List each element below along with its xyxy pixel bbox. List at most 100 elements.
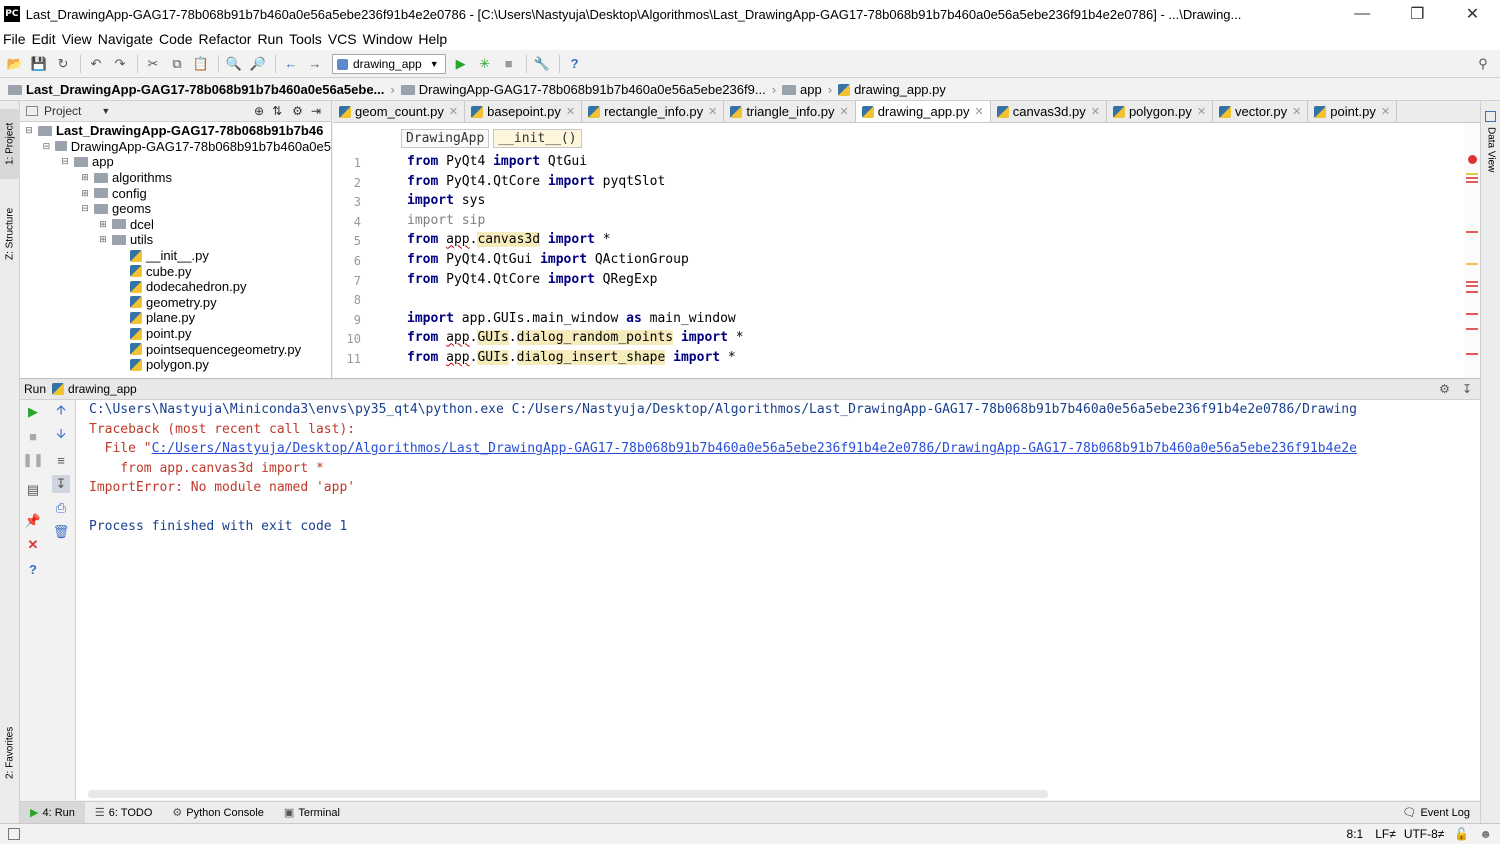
editor-tab[interactable]: drawing_app.py ✕: [855, 101, 991, 122]
tree-item[interactable]: plane.py: [20, 310, 331, 326]
help-icon[interactable]: ?: [564, 53, 586, 75]
copy-icon[interactable]: ⧉: [166, 53, 188, 75]
code-line[interactable]: from PyQt4.QtGui import QActionGroup: [407, 252, 689, 267]
tree-item[interactable]: ⊞ dcel: [20, 217, 331, 233]
layout-icon[interactable]: ▤: [24, 481, 42, 499]
project-view-label[interactable]: Project: [44, 104, 81, 118]
rerun-icon[interactable]: ▶: [24, 403, 42, 421]
editor-tab[interactable]: vector.py ✕: [1213, 101, 1309, 122]
tree-toggle-icon[interactable]: ⊞: [80, 188, 90, 199]
tab-structure[interactable]: Z: Structure: [0, 196, 20, 271]
hide-panel-icon[interactable]: ↧: [1462, 382, 1472, 396]
menu-view[interactable]: View: [62, 31, 92, 47]
gear-icon[interactable]: ⚙: [1439, 382, 1450, 396]
menu-tools[interactable]: Tools: [289, 31, 322, 47]
menu-help[interactable]: Help: [418, 31, 447, 47]
menu-vcs[interactable]: VCS: [328, 31, 357, 47]
close-tab-icon[interactable]: ✕: [449, 105, 458, 118]
editor-tab[interactable]: canvas3d.py ✕: [991, 101, 1107, 122]
error-mark[interactable]: [1466, 281, 1478, 283]
print-icon[interactable]: ⎙: [52, 499, 70, 517]
code-line[interactable]: import sys: [407, 193, 485, 208]
tree-item[interactable]: ⊟ app: [20, 154, 331, 170]
bottom-tab[interactable]: ⚙ Python Console: [162, 802, 274, 824]
paste-icon[interactable]: 📋: [190, 53, 212, 75]
bottom-tab[interactable]: ☰ 6: TODO: [85, 802, 162, 824]
close-icon[interactable]: ✕: [24, 536, 42, 554]
tree-toggle-icon[interactable]: ⊟: [60, 156, 70, 167]
tree-toggle-icon[interactable]: ⊞: [98, 234, 108, 245]
stop-icon[interactable]: ■: [498, 53, 520, 75]
sync-icon[interactable]: ↻: [52, 53, 74, 75]
save-all-icon[interactable]: 💾: [28, 53, 50, 75]
chevron-down-icon[interactable]: ▼: [101, 106, 110, 116]
find-icon[interactable]: 🔍: [223, 53, 245, 75]
error-mark[interactable]: [1466, 231, 1478, 233]
warning-mark[interactable]: [1466, 263, 1478, 265]
menu-navigate[interactable]: Navigate: [98, 31, 153, 47]
replace-icon[interactable]: 🔎: [247, 53, 269, 75]
tree-item[interactable]: ⊞ utils: [20, 232, 331, 248]
tree-item[interactable]: ⊟ Last_DrawingApp-GAG17-78b068b91b7b46: [20, 123, 331, 139]
maximize-button[interactable]: ❐: [1390, 0, 1445, 28]
close-tab-icon[interactable]: ✕: [1091, 105, 1100, 118]
code-editor[interactable]: DrawingApp __init__() 1 from PyQt4 import…: [333, 123, 1480, 378]
caret-position[interactable]: 8:1: [1347, 827, 1364, 841]
menu-file[interactable]: File: [3, 31, 26, 47]
open-folder-icon[interactable]: 📂: [4, 53, 26, 75]
down-arrow-icon[interactable]: 🡫: [52, 426, 70, 445]
tree-item[interactable]: point.py: [20, 326, 331, 342]
tree-toggle-icon[interactable]: ⊞: [98, 219, 108, 230]
inspector-icon[interactable]: ☻: [1479, 827, 1492, 841]
menu-run[interactable]: Run: [257, 31, 283, 47]
debug-icon[interactable]: ✳: [474, 53, 496, 75]
console-scrollbar[interactable]: [88, 790, 1048, 798]
menu-code[interactable]: Code: [159, 31, 192, 47]
error-mark[interactable]: [1466, 328, 1478, 330]
tab-favorites[interactable]: 2: Favorites: [0, 713, 20, 793]
code-line[interactable]: from PyQt4.QtCore import pyqtSlot: [407, 174, 665, 189]
cut-icon[interactable]: ✂: [142, 53, 164, 75]
pause-icon[interactable]: ❚❚: [22, 451, 44, 469]
error-mark[interactable]: [1466, 353, 1478, 355]
close-tab-icon[interactable]: ✕: [708, 105, 717, 118]
menu-refactor[interactable]: Refactor: [199, 31, 252, 47]
close-tab-icon[interactable]: ✕: [1292, 105, 1301, 118]
tree-item[interactable]: ⊞ algorithms: [20, 170, 331, 186]
tool-window-toggle-icon[interactable]: [8, 828, 20, 840]
minimize-button[interactable]: —: [1335, 0, 1390, 28]
tree-item[interactable]: polygon.py: [20, 357, 331, 373]
code-line[interactable]: from app.GUIs.dialog_random_points impor…: [407, 330, 744, 346]
nav-crumb[interactable]: app: [782, 82, 822, 97]
error-mark[interactable]: [1466, 285, 1478, 287]
editor-tab[interactable]: rectangle_info.py ✕: [582, 101, 725, 122]
error-stripe[interactable]: [1464, 123, 1480, 378]
tree-item[interactable]: __init__.py: [20, 248, 331, 264]
error-mark[interactable]: [1466, 313, 1478, 315]
tree-toggle-icon[interactable]: ⊟: [24, 125, 34, 136]
undo-icon[interactable]: ↶: [85, 53, 107, 75]
redo-icon[interactable]: ↷: [109, 53, 131, 75]
search-everywhere-icon[interactable]: ⚲: [1472, 53, 1494, 75]
menu-window[interactable]: Window: [363, 31, 413, 47]
close-tab-icon[interactable]: ✕: [1197, 105, 1206, 118]
code-line[interactable]: from app.GUIs.dialog_insert_shape import…: [407, 350, 736, 365]
editor-tab[interactable]: basepoint.py ✕: [465, 101, 583, 122]
file-encoding[interactable]: UTF-8≠: [1404, 827, 1445, 841]
code-line[interactable]: from PyQt4 import QtGui: [407, 154, 587, 169]
nav-crumb[interactable]: Last_DrawingApp-GAG17-78b068b91b7b460a0e…: [8, 82, 384, 97]
close-tab-icon[interactable]: ✕: [1381, 105, 1390, 118]
close-tab-icon[interactable]: ✕: [975, 105, 984, 118]
error-mark[interactable]: [1466, 291, 1478, 293]
tree-item[interactable]: pointsequencegeometry.py: [20, 341, 331, 357]
close-tab-icon[interactable]: ✕: [566, 105, 575, 118]
line-separator[interactable]: LF≠: [1375, 827, 1396, 841]
tree-item[interactable]: ⊟ geoms: [20, 201, 331, 217]
code-line[interactable]: import app.GUIs.main_window as main_wind…: [407, 311, 736, 326]
soft-wrap-icon[interactable]: ≡: [52, 451, 70, 469]
nav-crumb[interactable]: drawing_app.py: [838, 82, 946, 97]
close-tab-icon[interactable]: ✕: [839, 105, 848, 118]
editor-tab[interactable]: point.py ✕: [1308, 101, 1398, 122]
tree-toggle-icon[interactable]: ⊞: [80, 172, 90, 183]
code-line[interactable]: import sip: [407, 213, 485, 228]
